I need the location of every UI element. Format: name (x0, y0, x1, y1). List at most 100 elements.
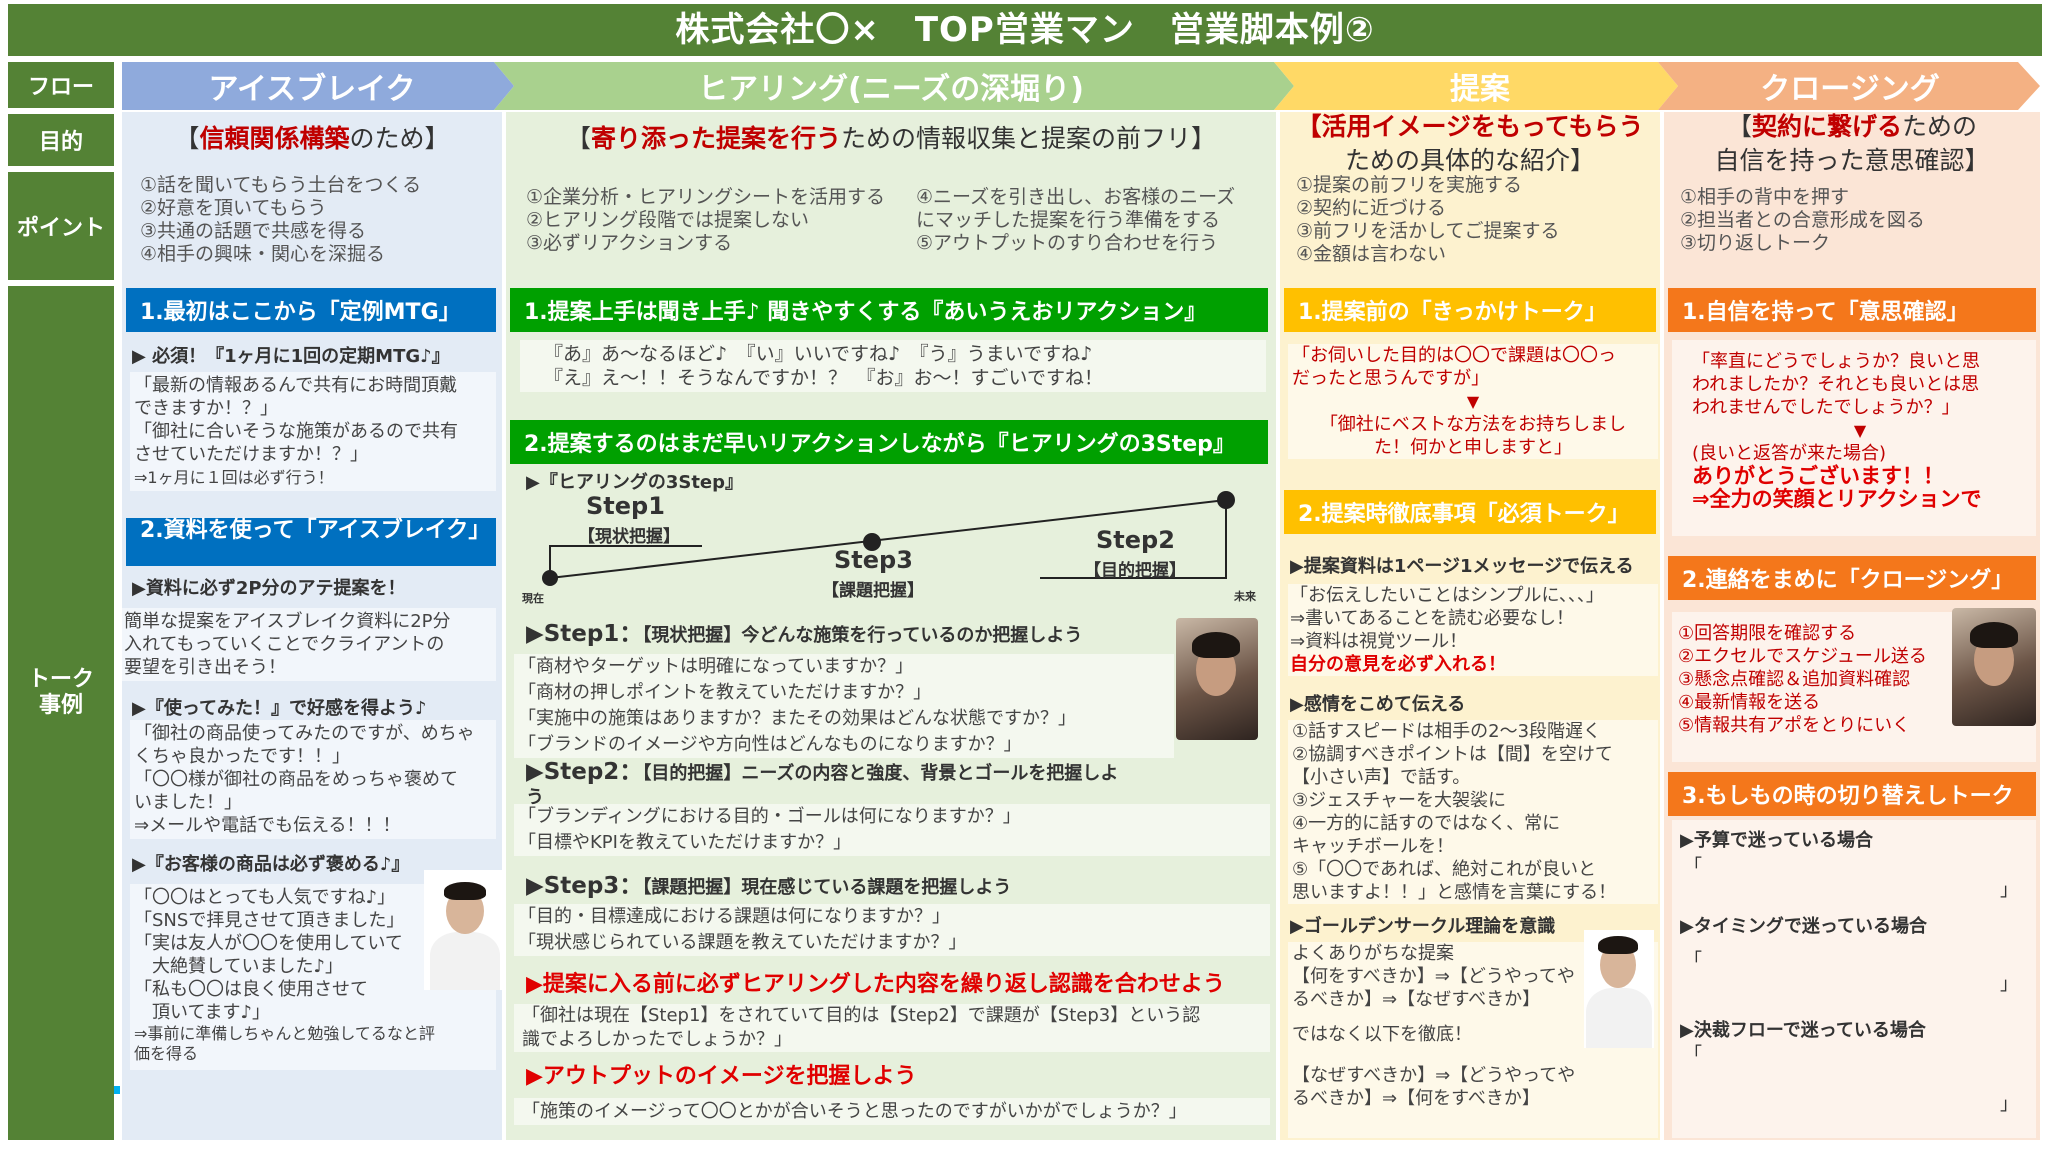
proposal-header-1: 1.提案前の「きっかけトーク」 (1284, 288, 1656, 332)
step1-questions: 「商材やターゲットは明確になっていますか？」 「商材の押しポイントを教えていただ… (514, 654, 1174, 758)
step3-heading: ▶Step3：【課題把握】現在感じている課題を把握しよう (526, 873, 1012, 899)
step3-questions: 「目的・目標達成における課題は何になりますか？」 「現状感じられている課題を教え… (514, 904, 1270, 956)
point-item: ③切り返しトーク (1680, 232, 1831, 254)
hearing-red-note-2: ▶アウトプットのイメージを把握しよう (526, 1064, 917, 1089)
points-hearing-b: ④ニーズを引き出し、お客様のニーズ にマッチした提案を行う準備をする ⑤アウトプ… (916, 186, 1276, 255)
point-item: ③共通の話題で共感を得る (140, 220, 367, 242)
phase-hearing: ヒアリング(ニーズの深堀り) (698, 72, 1084, 107)
points-closing: ①相手の背中を押す ②担当者との合意形成を図る ③切り返しトーク (1680, 186, 2036, 255)
point-item: ⑤アウトプットのすり合わせを行う (916, 232, 1219, 254)
hearing-red-note-1: ▶提案に入る前に必ずヒアリングした内容を繰り返し認識を合わせよう (526, 972, 1225, 997)
icebreak-sub-3: ▶『使ってみた！』で好感を得よう♪ (132, 698, 427, 719)
hearing-header-2: 2.提案するのはまだ早いリアクションしながら『ヒアリングの3Step』 (510, 420, 1268, 464)
icebreak-header-1: 1.最初はここから「定例MTG」 (126, 288, 496, 332)
down-arrow-icon: ▼ (1466, 392, 1480, 411)
question-line: 「商材の押しポイントを教えていただけますか？」 (518, 682, 932, 703)
closing-header-2: 2.連絡をまめに「クロージング」 (1668, 556, 2036, 600)
point-item: ①話を聞いてもらう土台をつくる (140, 174, 422, 196)
diagram-step2: Step2 (1096, 526, 1175, 554)
diagram-step2-sub: 【目的把握】 (1084, 561, 1186, 581)
point-item: ①相手の背中を押す (1680, 186, 1850, 208)
question-line: 「ブランドのイメージや方向性はどんなものになりますか？」 (518, 734, 1022, 755)
step1-heading: ▶Step1：【現状把握】今どんな施策を行っているのか把握しよう (526, 621, 1083, 647)
quote-close: 」 (2000, 974, 2018, 995)
question-line: 「目的・目標達成における課題は何になりますか？」 (518, 906, 950, 927)
closing-confirm-text: 「率直にどうでしょうか？良いと思 われましたか？それとも良いとは思 われませんでした… (1672, 340, 2036, 536)
closing-case-timing: ▶タイミングで迷っている場合 (1680, 916, 1927, 937)
question-line: 「現状感じられている課題を教えていただけますか？」 (518, 932, 967, 953)
proposal-trigger-text: 「お伺いした目的は〇〇で課題は〇〇っ だったと思うんですが」 ▼ 「御社にベストな… (1288, 344, 1658, 459)
side-label-purpose-text: 目的 (38, 130, 83, 155)
point-item: ②契約に近づける (1296, 197, 1447, 219)
down-arrow-icon: ▼ (1853, 421, 1867, 440)
slide-marker (114, 1086, 120, 1094)
point-item: ②好意を頂いてもらう (140, 197, 327, 219)
icebreak-text-1: 「最新の情報あるんで共有にお時間頂戴 できますか！？」 「御社に合いそうな施策がある… (130, 372, 496, 491)
side-label-point: ポイント (8, 172, 114, 280)
proposal-text-2: ①話すスピードは相手の2～3段階遅く ②協調すべきポイントは【間】を空けて 【小さい… (1288, 720, 1658, 904)
closing-header-3: 3.もしもの時の切り替えしトーク (1668, 772, 2036, 816)
step2-questions: 「ブランディングにおける目的・ゴールは何になりますか？」 「目標やKPIを教えて… (514, 804, 1270, 856)
side-label-talk-text: トーク 事例 (27, 667, 94, 718)
points-proposal: ①提案の前フリを実施する ②契約に近づける ③前フリを活かしてご提案する ④金額… (1296, 174, 1656, 266)
point-item: ④ニーズを引き出し、お客様のニーズ (916, 186, 1236, 208)
purpose-closing: 【契約に繋げるための 自信を持った意思確認】 (1714, 112, 1990, 175)
question-line: 「商材やターゲットは明確になっていますか？」 (518, 656, 914, 677)
hearing-output-text: 「施策のイメージって〇〇とかが合いそうと思ったのですがいかがでしょうか？」 (514, 1098, 1270, 1125)
point-item: ③必ずリアクションする (526, 232, 733, 254)
icebreak-text-3: 「御社の商品使ってみたのですが、めちゃ くちゃ良かったです！！」 「〇〇様が御社の商… (130, 720, 496, 839)
question-line: 「実施中の施策はありますか？またその効果はどんな状態ですか？」 (518, 708, 1076, 729)
phase-closing: クロージング (1760, 72, 1940, 107)
point-item: にマッチした提案を行う準備をする (916, 209, 1221, 231)
points-hearing-a: ①企業分析・ヒアリングシートを活用する ②ヒアリング段階では提案しない ③必ずリ… (526, 186, 906, 255)
reaction-line: 『あ』あ～なるほど♪ 『い』いいですね♪ 『う』うまいですね♪ (544, 343, 1093, 365)
page-title: 株式会社〇× TOP営業マン 営業脚本例② (8, 4, 2042, 56)
diagram-step1-sub: 【現状把握】 (578, 527, 680, 547)
icebreak-sub-2: ▶資料に必ず2P分のアテ提案を！ (132, 578, 406, 599)
point-item: ③前フリを活かしてご提案する (1296, 220, 1560, 242)
icebreak-header-2: 2.資料を使って「アイスブレイク」 (126, 518, 496, 566)
step2-heading: ▶Step2：【目的把握】ニーズの内容と強度、背景とゴールを把握しよう (526, 759, 1119, 808)
closing-case-budget: ▶予算で迷っている場合 (1680, 830, 1873, 851)
quote-open: 「 (1684, 856, 1702, 877)
quote-close: 」 (2000, 1094, 2018, 1115)
proposal-sub-2: ▶感情をこめて伝える (1290, 694, 1466, 715)
diagram-step1: Step1 (586, 492, 665, 520)
salesman-photo-3 (1584, 930, 1654, 1048)
purpose-hearing: 【寄り添った提案を行うための情報収集と提案の前フリ】 (565, 124, 1217, 153)
point-item: ④相手の興味・関心を深掘る (140, 243, 386, 265)
point-item: ②担当者との合意形成を図る (1680, 209, 1925, 231)
point-item: ①企業分析・ヒアリングシートを活用する (526, 186, 886, 208)
salesman-photo-4 (1952, 608, 2036, 726)
closing-case-approval: ▶決裁フローで迷っている場合 (1680, 1020, 1926, 1041)
icebreak-sub-1: ▶ 必須！『1ヶ月に1回の定期MTG♪』 (132, 346, 450, 367)
diagram-now-label: 現在 (522, 592, 544, 605)
question-line: 「目標やKPIを教えていただけますか？」 (518, 832, 852, 853)
side-label-flow-text: フロー (27, 75, 94, 100)
side-label-talk: トーク 事例 (8, 286, 114, 1140)
quote-open: 「 (1684, 950, 1702, 971)
diagram-step3-sub: 【課題把握】 (822, 581, 924, 601)
closing-header-1: 1.自信を持って「意思確認」 (1668, 288, 2036, 332)
point-item: ①提案の前フリを実施する (1296, 174, 1523, 196)
hearing-confirm-text: 「御社は現在【Step1】をされていて目的は【Step2】で課題が【Step3】… (514, 1004, 1270, 1052)
proposal-header-2: 2.提案時徹底事項「必須トーク」 (1284, 490, 1656, 534)
side-label-flow: フロー (8, 62, 114, 108)
side-label-point-text: ポイント (16, 216, 105, 241)
point-item: ④金額は言わない (1296, 243, 1447, 265)
purpose-icebreak: 【信頼関係構築のため】 (174, 124, 450, 153)
phase-icebreak: アイスブレイク (208, 72, 416, 107)
diagram-future-label: 未来 (1234, 590, 1256, 603)
proposal-sub-1: ▶提案資料は1ページ1メッセージで伝える (1290, 556, 1634, 577)
phase-proposal: 提案 (1450, 72, 1510, 107)
point-item: ②ヒアリング段階では提案しない (526, 209, 810, 231)
diagram-step3: Step3 (834, 546, 913, 574)
question-line: 「ブランディングにおける目的・ゴールは何になりますか？」 (518, 806, 1021, 827)
quote-open: 「 (1684, 1044, 1702, 1065)
hearing-header-1: 1.提案上手は聞き上手♪ 聞きやすくする『あいうえおリアクション』 (510, 288, 1268, 332)
reaction-line: 『え』え～！！そうなんですか！？ 『お』お～！すごいですね！ (544, 367, 1103, 389)
proposal-text-1: 「お伝えしたいことはシンプルに、、、」 ⇒書いてあることを読む必要なし！ ⇒資料は視… (1288, 584, 1658, 676)
points-icebreak: ①話を聞いてもらう土台をつくる ②好意を頂いてもらう ③共通の話題で共感を得る … (140, 174, 500, 266)
salesman-photo-1 (424, 870, 506, 990)
quote-close: 」 (2000, 880, 2018, 901)
